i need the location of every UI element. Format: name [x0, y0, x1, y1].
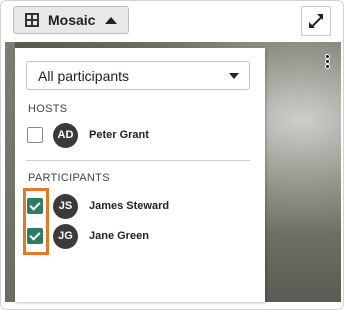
- avatar: AD: [53, 122, 78, 148]
- layout-label: Mosaic: [48, 12, 96, 28]
- video-edge: [5, 42, 15, 302]
- section-divider: [26, 160, 250, 161]
- participant-filter-select[interactable]: All participants: [26, 61, 250, 90]
- collapse-arrows-icon: [310, 15, 323, 28]
- checkbox-highlight-box: [23, 188, 49, 255]
- grid-icon: [25, 13, 39, 27]
- participant-name: Jane Green: [89, 230, 149, 242]
- participant-name: Peter Grant: [89, 129, 149, 141]
- participants-section-title: PARTICIPANTS: [28, 172, 110, 184]
- caret-up-icon: [105, 16, 118, 24]
- collapse-button[interactable]: [301, 6, 331, 36]
- filter-value: All participants: [38, 67, 130, 84]
- participant-row-host[interactable]: AD Peter Grant: [27, 122, 149, 148]
- hosts-section-title: HOSTS: [28, 103, 68, 115]
- layout-toggle-button[interactable]: Mosaic: [13, 6, 129, 34]
- avatar: JG: [53, 223, 78, 249]
- participants-dropdown-panel: All participants HOSTS AD Peter Grant PA…: [15, 48, 265, 302]
- chevron-down-icon: [229, 73, 239, 79]
- app-frame: Mosaic All participants HOSTS AD Peter G…: [0, 0, 344, 310]
- more-options-icon[interactable]: [326, 55, 330, 69]
- participant-name: James Steward: [89, 200, 170, 212]
- avatar: JS: [53, 193, 78, 219]
- host-checkbox[interactable]: [27, 127, 43, 143]
